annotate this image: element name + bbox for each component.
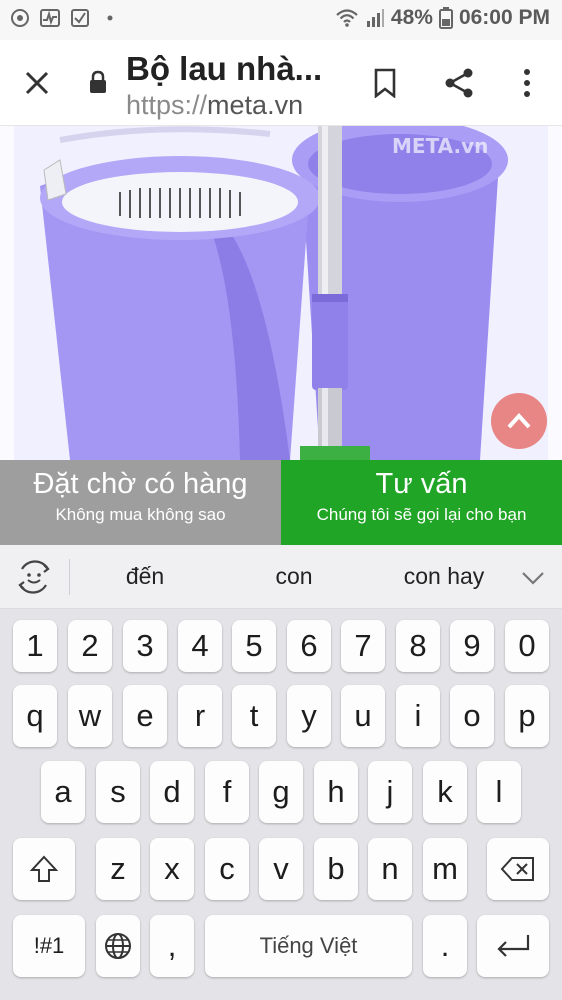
key-j[interactable]: j — [368, 761, 412, 823]
notification-icons — [10, 8, 120, 28]
status-bar: 48% 06:00 PM — [0, 0, 562, 40]
enter-icon — [497, 935, 530, 957]
key-w[interactable]: w — [68, 685, 112, 747]
share-icon — [445, 68, 473, 98]
consult-button[interactable]: Tư vấn Chúng tôi sẽ gọi lại cho bạn — [281, 460, 562, 545]
emoji-toggle-icon[interactable] — [14, 557, 54, 597]
page-url[interactable]: https://meta.vn — [126, 90, 303, 121]
backspace-key[interactable] — [487, 838, 549, 900]
preorder-title: Đặt chờ có hàng — [33, 468, 248, 500]
suggest-divider — [69, 559, 70, 595]
key-3[interactable]: 3 — [123, 620, 167, 672]
key-q[interactable]: q — [13, 685, 57, 747]
key-y[interactable]: y — [287, 685, 331, 747]
close-tab-button[interactable] — [14, 60, 60, 106]
key-l[interactable]: l — [477, 761, 521, 823]
close-icon — [25, 71, 49, 95]
key-b[interactable]: b — [314, 838, 358, 900]
preorder-subtitle: Không mua không sao — [55, 505, 226, 524]
symbols-key[interactable]: !#1 — [13, 915, 85, 977]
signal-icon — [366, 9, 384, 27]
whatsapp-icon — [11, 9, 29, 27]
key-s[interactable]: s — [96, 761, 140, 823]
key-4[interactable]: 4 — [178, 620, 222, 672]
product-image: META.vn — [0, 126, 562, 460]
space-key[interactable]: Tiếng Việt — [205, 915, 412, 977]
shift-key[interactable] — [13, 838, 75, 900]
comma-key[interactable]: , — [150, 915, 194, 977]
battery-icon — [438, 7, 453, 29]
suggestion-1[interactable]: đến — [100, 563, 190, 590]
key-n[interactable]: n — [368, 838, 412, 900]
key-0[interactable]: 0 — [505, 620, 549, 672]
activity-icon — [40, 9, 60, 27]
dot-icon — [107, 15, 113, 21]
more-vertical-icon — [524, 69, 530, 97]
key-i[interactable]: i — [396, 685, 440, 747]
key-u[interactable]: u — [341, 685, 385, 747]
backspace-icon — [500, 857, 534, 881]
bookmark-icon — [374, 68, 396, 98]
key-8[interactable]: 8 — [396, 620, 440, 672]
key-o[interactable]: o — [450, 685, 494, 747]
period-key[interactable]: . — [423, 915, 467, 977]
globe-icon — [105, 933, 131, 959]
key-k[interactable]: k — [423, 761, 467, 823]
keyboard-suggestion-bar: đến con con hay — [0, 545, 562, 609]
lock-icon — [90, 70, 106, 93]
suggestion-2[interactable]: con — [244, 563, 344, 590]
key-f[interactable]: f — [205, 761, 249, 823]
key-a[interactable]: a — [41, 761, 85, 823]
bookmark-button[interactable] — [362, 60, 408, 106]
mop-bucket-illustration — [0, 126, 562, 460]
key-r[interactable]: r — [178, 685, 222, 747]
suggestion-3[interactable]: con hay — [382, 563, 506, 590]
key-g[interactable]: g — [259, 761, 303, 823]
wifi-icon — [336, 9, 358, 27]
key-1[interactable]: 1 — [13, 620, 57, 672]
key-9[interactable]: 9 — [450, 620, 494, 672]
key-c[interactable]: c — [205, 838, 249, 900]
url-host: meta.vn — [207, 90, 304, 120]
battery-percent: 48% — [390, 6, 433, 29]
keyboard: 1 2 3 4 5 6 7 8 9 0 q w e r t y u i o p … — [0, 609, 562, 1000]
chevron-down-icon[interactable] — [518, 563, 548, 593]
enter-key[interactable] — [477, 915, 549, 977]
key-7[interactable]: 7 — [341, 620, 385, 672]
key-z[interactable]: z — [96, 838, 140, 900]
key-v[interactable]: v — [259, 838, 303, 900]
key-6[interactable]: 6 — [287, 620, 331, 672]
key-t[interactable]: t — [232, 685, 276, 747]
page-title[interactable]: Bộ lau nhà... — [126, 50, 346, 88]
shift-icon — [29, 855, 59, 882]
key-2[interactable]: 2 — [68, 620, 112, 672]
key-m[interactable]: m — [423, 838, 467, 900]
share-button[interactable] — [436, 60, 482, 106]
overflow-menu-button[interactable] — [504, 60, 550, 106]
key-5[interactable]: 5 — [232, 620, 276, 672]
key-p[interactable]: p — [505, 685, 549, 747]
scroll-to-top-button[interactable] — [491, 393, 547, 449]
clock: 06:00 PM — [458, 6, 550, 29]
preorder-button[interactable]: Đặt chờ có hàng Không mua không sao — [0, 460, 281, 545]
key-d[interactable]: d — [150, 761, 194, 823]
checkbox-icon — [71, 9, 89, 27]
key-h[interactable]: h — [314, 761, 358, 823]
browser-toolbar: Bộ lau nhà... https://meta.vn — [0, 40, 562, 126]
watermark: META.vn — [392, 134, 489, 158]
url-scheme: https:// — [126, 90, 208, 120]
consult-subtitle: Chúng tôi sẽ gọi lại cho bạn — [316, 505, 527, 524]
key-x[interactable]: x — [150, 838, 194, 900]
system-status: 48% 06:00 PM — [335, 6, 550, 30]
chevron-up-icon — [507, 413, 531, 429]
consult-title: Tư vấn — [375, 468, 468, 500]
key-e[interactable]: e — [123, 685, 167, 747]
language-key[interactable] — [96, 915, 140, 977]
